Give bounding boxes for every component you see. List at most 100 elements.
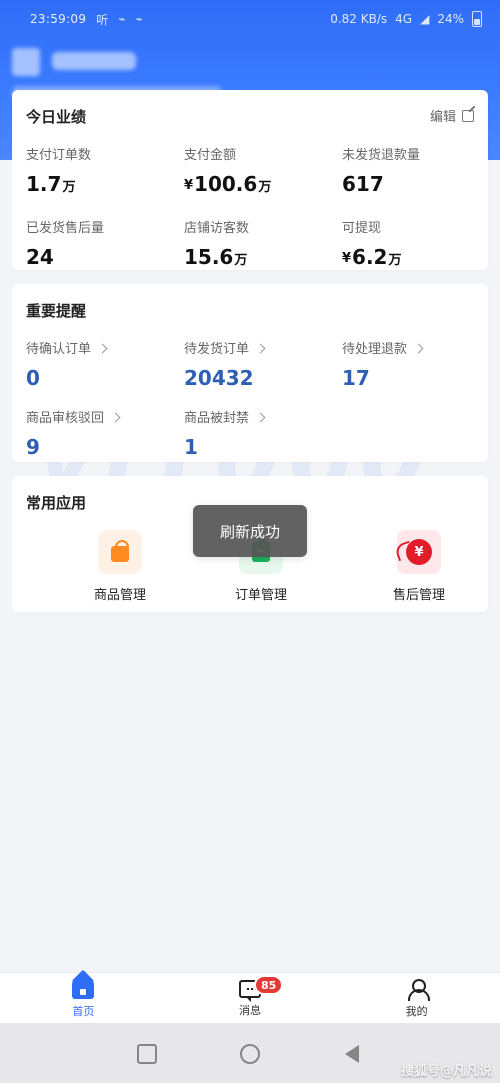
card-title: 重要提醒 <box>26 302 87 320</box>
reminder-text: 待发货订单 <box>184 342 250 357</box>
chevron-right-icon <box>110 412 121 422</box>
metric-unit: 万 <box>258 180 272 195</box>
metric-paid-orders[interactable]: 支付订单数 1.7万 <box>26 144 184 199</box>
reminder-pending-refunds[interactable]: 待处理退款 17 <box>342 338 474 389</box>
reminder-text: 商品审核驳回 <box>26 411 105 426</box>
reminder-metrics: 待确认订单 0 待发货订单 20432 待处理退款 17 商品审核驳回 9 商品… <box>26 338 474 458</box>
nav-label: 消息 <box>238 1004 261 1017</box>
chevron-right-icon <box>255 343 266 353</box>
metric-label: 支付金额 <box>184 148 237 163</box>
user-icon <box>406 979 430 1001</box>
chevron-right-icon <box>255 412 266 422</box>
reminder-value: 0 <box>26 366 40 390</box>
metric-label: 店铺访客数 <box>184 221 250 236</box>
after-sales-icon: ¥ <box>397 530 441 574</box>
metric-unshipped-refunds[interactable]: 未发货退款量 617 <box>342 144 474 199</box>
status-right: 0.82 KB/s 4G ◢ 24% <box>330 11 482 27</box>
reminder-label: 待发货订单 <box>184 338 342 357</box>
nav-messages[interactable]: 消息 <box>167 973 334 1024</box>
nav-profile[interactable]: 我的 <box>333 973 500 1024</box>
store-avatar <box>12 48 40 76</box>
reminder-value: 17 <box>342 366 370 390</box>
home-icon <box>72 980 95 999</box>
metric-number: 24 <box>26 245 54 269</box>
status-bar: 23:59:09 听 ⌁ ⌁ 0.82 KB/s 4G ◢ 24% <box>0 0 500 38</box>
metric-number: 6.2 <box>352 245 388 269</box>
shopping-bag-icon <box>98 530 142 574</box>
reminder-label: 商品审核驳回 <box>26 407 184 426</box>
reminder-text: 待确认订单 <box>26 342 92 357</box>
reminder-pending-confirm[interactable]: 待确认订单 0 <box>26 338 184 389</box>
chevron-right-icon <box>97 343 108 353</box>
card-important-reminders: 重要提醒 待确认订单 0 待发货订单 20432 待处理退款 17 商品审核驳回… <box>12 284 488 462</box>
reminder-text: 待处理退款 <box>342 342 408 357</box>
status-time: 23:59:09 <box>30 12 87 26</box>
card-title: 常用应用 <box>26 494 87 512</box>
reminder-pending-ship[interactable]: 待发货订单 20432 <box>184 338 342 389</box>
metric-value: 24 <box>26 246 184 268</box>
metric-value: ¥100.6万 <box>184 173 342 199</box>
metric-number: 100.6 <box>194 172 258 196</box>
bag-glyph <box>111 540 129 562</box>
reminder-label: 待确认订单 <box>26 338 184 357</box>
currency-prefix: ¥ <box>342 251 352 266</box>
metric-withdrawable[interactable]: 可提现 ¥6.2万 <box>342 217 474 272</box>
recent-apps-button[interactable] <box>137 1044 157 1064</box>
toast-refresh-success: 刷新成功 <box>193 505 307 557</box>
app-product-management[interactable]: 商品管理 <box>50 530 190 610</box>
card-today-performance: 今日业绩 编辑 支付订单数 1.7万 支付金额 ¥100.6万 未发货退款量 6… <box>12 90 488 270</box>
edit-label: 编辑 <box>429 110 456 125</box>
edit-icon <box>462 109 474 122</box>
metric-shipped-after-sales[interactable]: 已发货售后量 24 <box>26 217 184 272</box>
network-type: 4G <box>395 12 413 26</box>
metric-number: 15.6 <box>184 245 234 269</box>
metric-label: 已发货售后量 <box>26 221 105 236</box>
card-title: 今日业绩 <box>26 108 87 126</box>
notification-icon: ⌁ <box>135 12 143 26</box>
battery-icon <box>472 11 482 27</box>
reminder-text: 商品被封禁 <box>184 411 250 426</box>
network-speed: 0.82 KB/s <box>330 12 388 26</box>
currency-prefix: ¥ <box>184 178 194 193</box>
metric-store-visitors[interactable]: 店铺访客数 15.6万 <box>184 217 342 272</box>
metric-value: ¥6.2万 <box>342 246 474 272</box>
app-screen: 23:59:09 听 ⌁ ⌁ 0.82 KB/s 4G ◢ 24% yi1060… <box>0 0 500 1083</box>
metric-unit: 万 <box>62 180 76 195</box>
listen-icon: 听 <box>96 12 109 27</box>
chevron-right-icon <box>413 343 424 353</box>
nav-home[interactable]: 首页 <box>0 973 167 1024</box>
metric-paid-amount[interactable]: 支付金额 ¥100.6万 <box>184 144 342 199</box>
reminder-value: 9 <box>26 435 40 459</box>
bottom-navigation: 首页 消息 我的 <box>0 972 500 1023</box>
yuan-refund-glyph: ¥ <box>406 539 432 565</box>
back-button[interactable] <box>345 1045 359 1063</box>
metric-value: 1.7万 <box>26 173 184 199</box>
metric-number: 617 <box>342 172 384 196</box>
sohu-watermark: 搜狐号@凡凡说 <box>400 1064 492 1079</box>
performance-metrics: 支付订单数 1.7万 支付金额 ¥100.6万 未发货退款量 617 已发货售后… <box>26 144 474 272</box>
notification-icon: ⌁ <box>118 12 126 26</box>
status-left: 23:59:09 听 ⌁ ⌁ <box>30 11 143 28</box>
app-after-sales-management[interactable]: ¥ 售后管理 <box>349 530 489 610</box>
metric-number: 1.7 <box>26 172 62 196</box>
reminder-banned[interactable]: 商品被封禁 1 <box>184 407 342 458</box>
battery-percent: 24% <box>437 12 464 26</box>
metric-label: 可提现 <box>342 221 382 236</box>
app-label: 商品管理 <box>93 588 146 603</box>
metric-label: 未发货退款量 <box>342 148 421 163</box>
home-button[interactable] <box>240 1044 260 1064</box>
reminder-value: 1 <box>184 435 198 459</box>
metric-unit: 万 <box>234 253 248 268</box>
reminder-review-rejected[interactable]: 商品审核驳回 9 <box>26 407 184 458</box>
reminder-value: 20432 <box>184 366 254 390</box>
nav-label: 我的 <box>405 1005 428 1018</box>
empty-cell <box>342 407 474 458</box>
messages-badge: 85 <box>256 977 282 993</box>
metric-label: 支付订单数 <box>26 148 92 163</box>
store-name <box>52 52 136 70</box>
signal-icon: ◢ <box>420 12 430 26</box>
app-label: 订单管理 <box>234 588 287 603</box>
reminder-label: 待处理退款 <box>342 338 474 357</box>
edit-button[interactable]: 编辑 <box>430 106 474 125</box>
metric-value: 617 <box>342 173 474 195</box>
